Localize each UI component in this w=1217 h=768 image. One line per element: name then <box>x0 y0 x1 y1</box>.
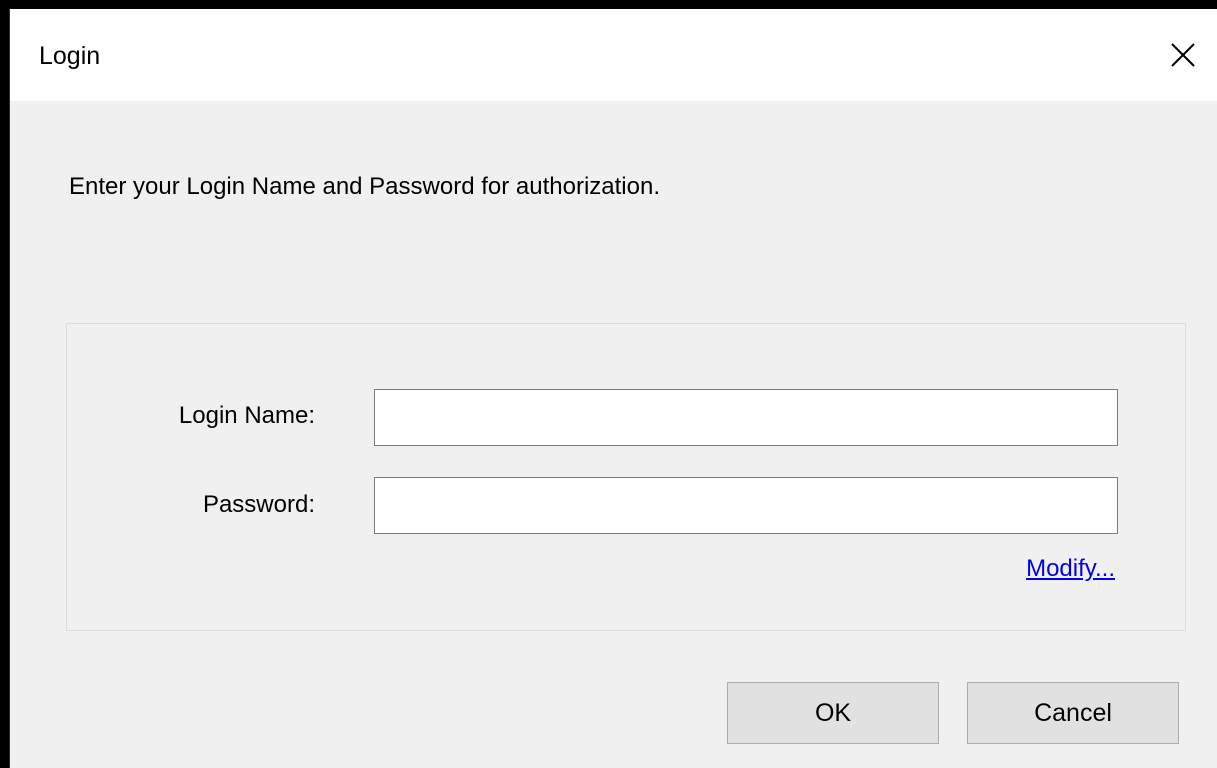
login-dialog: Login Enter your Login Name and Password… <box>9 9 1217 768</box>
login-name-input[interactable] <box>374 389 1118 446</box>
login-name-label: Login Name: <box>178 402 315 429</box>
close-button[interactable] <box>1148 9 1217 101</box>
close-icon <box>1171 43 1195 67</box>
password-input[interactable] <box>374 477 1118 534</box>
ok-button[interactable]: OK <box>727 682 939 744</box>
instruction-text: Enter your Login Name and Password for a… <box>69 173 660 200</box>
credentials-group: Login Name: Password: Modify... <box>66 323 1186 631</box>
title-bar: Login <box>10 9 1217 101</box>
password-label: Password: <box>202 491 315 518</box>
modify-link[interactable]: Modify... <box>1026 554 1115 584</box>
window-title: Login <box>39 42 101 70</box>
cancel-button[interactable]: Cancel <box>967 682 1179 744</box>
